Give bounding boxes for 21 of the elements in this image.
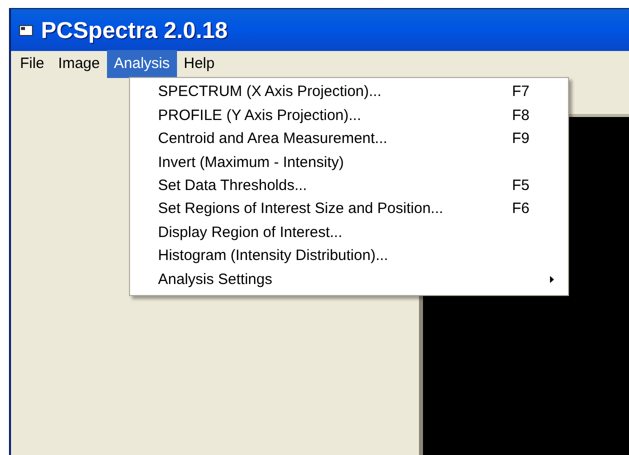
menu-option[interactable]: Analysis Settings [130, 268, 568, 292]
window-title: PCSpectra 2.0.18 [41, 16, 228, 45]
shortcut-label: F8 [512, 106, 531, 126]
shortcut-label: F5 [512, 176, 531, 196]
menu-option[interactable]: PROFILE (Y Axis Projection)... F8 [130, 104, 568, 128]
menu-option[interactable]: Centroid and Area Measurement... F9 [130, 128, 568, 152]
submenu-arrow-icon [550, 276, 554, 284]
menu-option[interactable]: Set Regions of Interest Size and Position... F6 [130, 198, 568, 222]
menu-option[interactable]: Display Region of Interest... [130, 221, 568, 245]
menu-option[interactable]: Invert (Maximum - Intensity) [130, 151, 568, 175]
menu-item[interactable]: Analysis [106, 50, 177, 78]
menu-option[interactable]: SPECTRUM (X Axis Projection)... F7 [130, 81, 568, 104]
shortcut-label: F6 [512, 199, 531, 220]
window-icon [19, 24, 33, 36]
menu-option[interactable]: Histogram (Intensity Distribution)... [130, 244, 568, 268]
shortcut-label: F9 [512, 129, 531, 150]
menu-item[interactable]: File [13, 50, 52, 78]
menu-option[interactable]: Set Data Thresholds... F5 [130, 174, 568, 198]
menu-item[interactable]: Help [176, 50, 222, 78]
menu-item[interactable]: Image [51, 50, 107, 78]
shortcut-label: F7 [512, 82, 531, 102]
